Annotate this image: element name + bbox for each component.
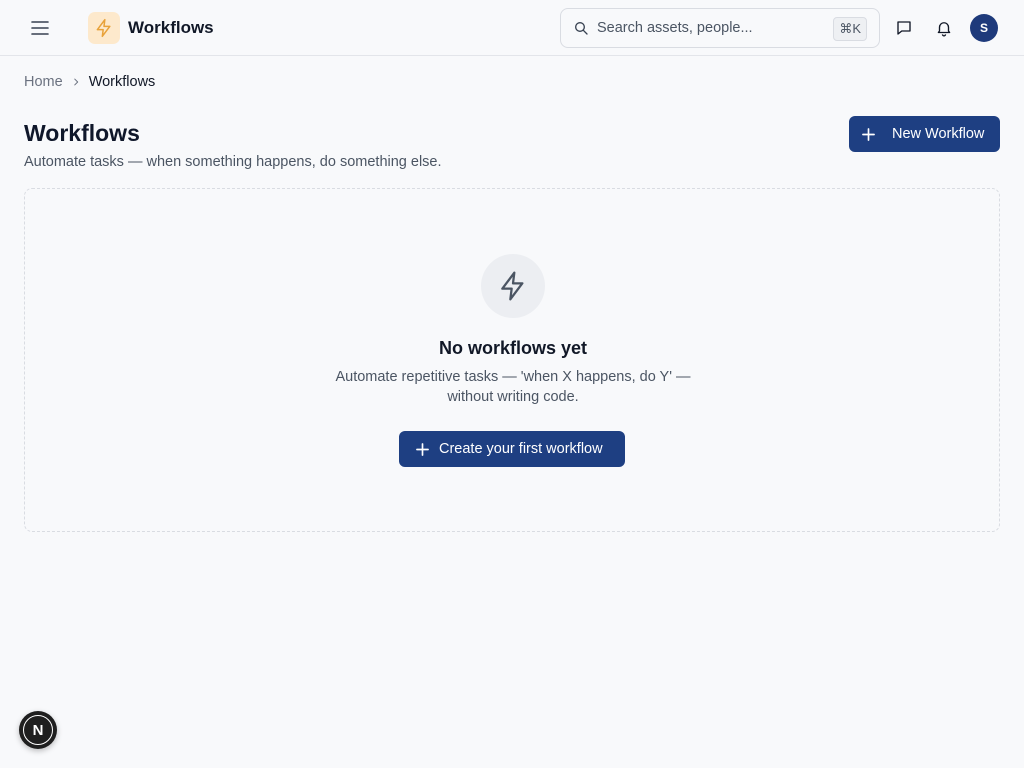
empty-state-card: No workflows yet Automate repetitive tas…	[24, 188, 1000, 532]
app-logo	[88, 12, 120, 44]
page-subtitle: Automate tasks — when something happens,…	[24, 154, 442, 170]
chevron-right-icon	[71, 77, 81, 87]
app-title: Workflows	[128, 18, 214, 37]
create-first-workflow-button[interactable]: Create your first workflow	[399, 431, 625, 467]
top-bar: Workflows ⌘K S	[0, 0, 1024, 56]
message-icon	[897, 21, 911, 35]
dev-tools-badge[interactable]: N	[19, 711, 57, 749]
plus-icon	[862, 127, 875, 141]
lightning-bolt-icon	[96, 18, 111, 38]
empty-state-description: Automate repetitive tasks — 'when X happ…	[335, 369, 691, 405]
plus-icon	[416, 442, 429, 456]
search-bar[interactable]: ⌘K	[560, 8, 880, 48]
new-workflow-button[interactable]: New Workflow	[849, 116, 1000, 152]
search-input[interactable]	[597, 18, 827, 38]
user-avatar[interactable]: S	[970, 14, 998, 42]
page-title: Workflows	[24, 120, 140, 146]
dev-badge-letter: N	[23, 715, 53, 745]
bell-icon	[937, 22, 951, 37]
lightning-bolt-icon	[501, 271, 524, 301]
hamburger-menu-icon	[31, 21, 49, 35]
empty-state-title: No workflows yet	[438, 338, 588, 358]
new-workflow-label: New Workflow	[892, 126, 985, 142]
breadcrumb-current: Workflows	[88, 74, 156, 90]
search-icon	[575, 22, 588, 35]
empty-state-icon	[481, 254, 545, 318]
breadcrumb-home-link[interactable]: Home	[24, 74, 63, 90]
notifications-button[interactable]	[930, 14, 958, 42]
breadcrumb: Home Workflows	[24, 73, 155, 91]
search-shortcut-hint: ⌘K	[833, 17, 867, 41]
menu-button[interactable]	[22, 10, 58, 46]
messages-button[interactable]	[890, 14, 918, 42]
create-first-workflow-label: Create your first workflow	[439, 441, 603, 457]
